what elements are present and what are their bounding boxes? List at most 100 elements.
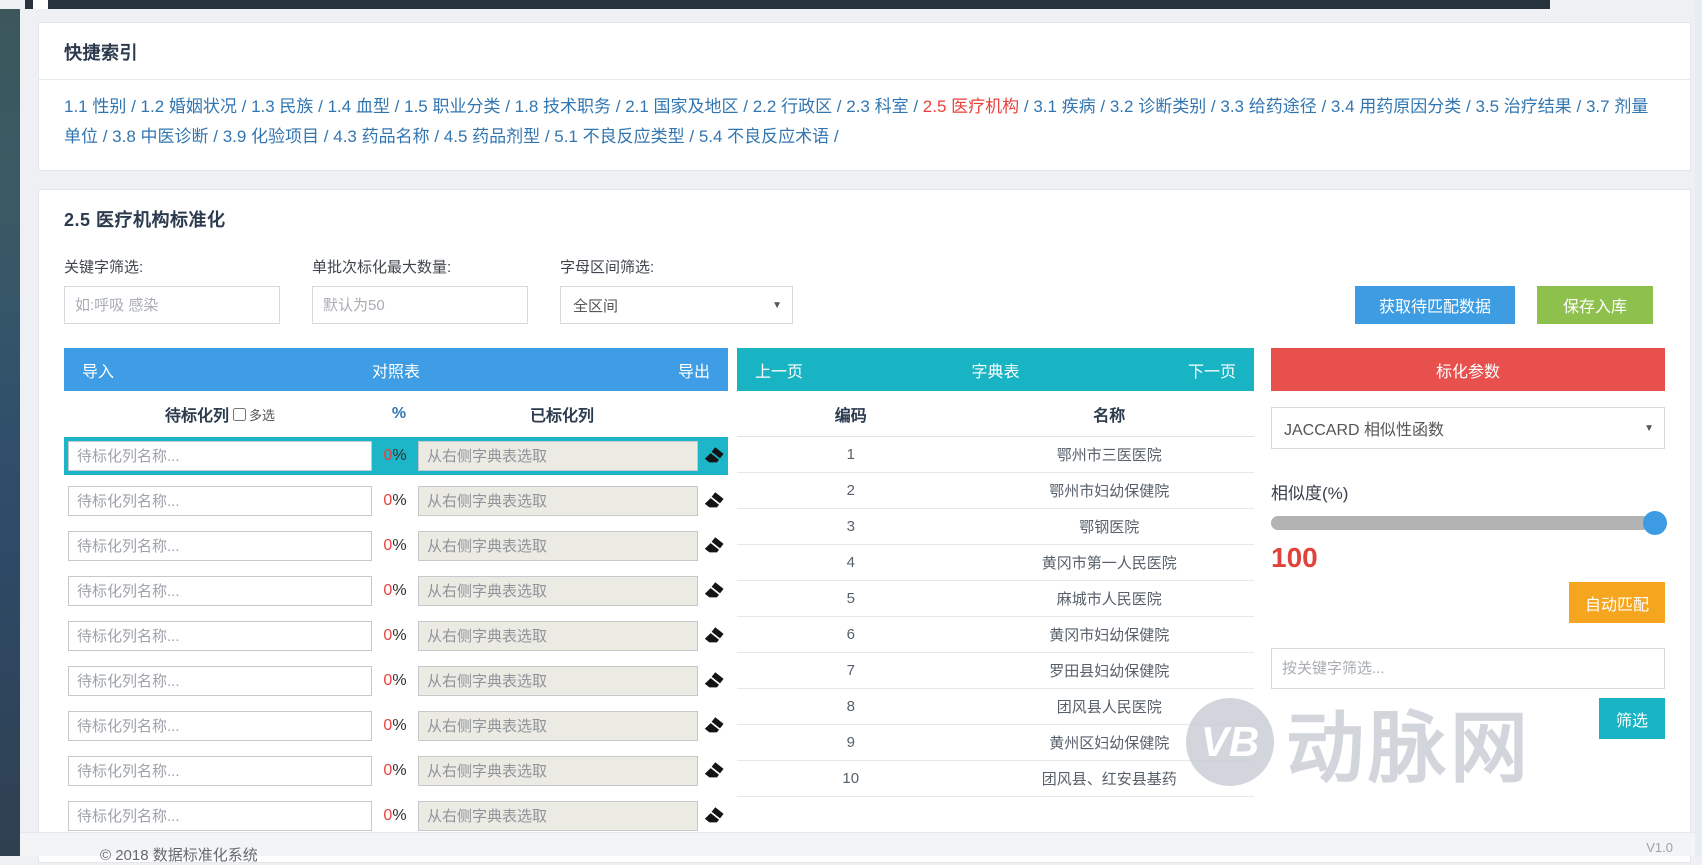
dict-keyword-filter-input[interactable] <box>1271 648 1665 689</box>
prev-page-button[interactable]: 上一页 <box>755 358 803 382</box>
standardized-name-input[interactable] <box>418 486 698 516</box>
next-page-button[interactable]: 下一页 <box>1188 358 1236 382</box>
dictionary-row[interactable]: 8 团风县人民医院 <box>737 689 1254 725</box>
link-separator: / <box>1095 97 1110 116</box>
quick-index-link[interactable]: 2.2 行政区 <box>753 97 832 116</box>
multi-select-checkbox[interactable] <box>233 407 246 421</box>
standardized-name-input[interactable] <box>418 621 698 651</box>
standardized-name-input[interactable] <box>418 801 698 831</box>
eraser-icon[interactable] <box>698 717 724 735</box>
save-to-db-button[interactable]: 保存入库 <box>1536 286 1653 324</box>
vertical-scrollbar[interactable] <box>1695 0 1702 856</box>
main-content: 快捷索引 1.1 性别 / 1.2 婚姻状况 / 1.3 民族 / 1.4 血型… <box>20 9 1695 863</box>
eraser-icon[interactable] <box>698 807 724 825</box>
dictionary-code-cell: 6 <box>846 626 855 643</box>
quick-index-link[interactable]: 3.2 诊断类别 <box>1110 97 1206 116</box>
quick-index-link[interactable]: 1.2 婚姻状况 <box>141 97 237 116</box>
quick-index-link[interactable]: 4.3 药品名称 <box>333 127 429 146</box>
pending-name-input[interactable] <box>68 531 372 561</box>
standardized-name-input[interactable] <box>418 756 698 786</box>
pending-name-input[interactable] <box>68 576 372 606</box>
match-percent: 0% <box>383 492 407 509</box>
eraser-icon[interactable] <box>698 447 724 465</box>
quick-index-link[interactable]: 3.5 治疗结果 <box>1475 97 1571 116</box>
mapping-panel-header: 对照表 导入 导出 <box>64 348 728 391</box>
quick-index-link[interactable]: 5.4 不良反应术语 <box>699 127 829 146</box>
quick-index-link[interactable]: 3.8 中医诊断 <box>112 127 208 146</box>
letter-range-select[interactable]: 全区间 ▼ <box>560 286 793 324</box>
match-percent: 0% <box>383 762 407 779</box>
dictionary-name-cell: 麻城市人民医院 <box>1056 591 1162 608</box>
match-percent: 0% <box>383 582 407 599</box>
eraser-icon[interactable] <box>698 582 724 600</box>
export-button[interactable]: 导出 <box>678 358 710 382</box>
dictionary-name-cell: 鄂钢医院 <box>1079 519 1140 536</box>
quick-index-link[interactable]: 2.3 科室 <box>846 97 908 116</box>
eraser-icon[interactable] <box>698 627 724 645</box>
standardized-name-input[interactable] <box>418 576 698 606</box>
pending-name-input[interactable] <box>68 711 372 741</box>
slider-thumb[interactable] <box>1643 511 1667 535</box>
page-title: 2.5 医疗机构标准化 <box>64 210 226 230</box>
quick-index-link[interactable]: 1.4 血型 <box>328 97 390 116</box>
quick-index-link[interactable]: 3.3 给药途径 <box>1220 97 1316 116</box>
dictionary-code-cell: 1 <box>846 446 855 463</box>
eraser-icon[interactable] <box>698 762 724 780</box>
auto-match-button[interactable]: 自动匹配 <box>1568 582 1665 623</box>
dictionary-row[interactable]: 6 黄冈市妇幼保健院 <box>737 617 1254 653</box>
quick-index-link[interactable]: 1.8 技术职务 <box>515 97 611 116</box>
pending-name-input[interactable] <box>68 486 372 516</box>
dictionary-name-cell: 黄州区妇幼保健院 <box>1049 735 1170 752</box>
quick-index-link[interactable]: 3.9 化验项目 <box>223 127 319 146</box>
eraser-icon[interactable] <box>698 672 724 690</box>
keyword-filter-input[interactable] <box>64 286 280 324</box>
dictionary-row[interactable]: 3 鄂钢医院 <box>737 509 1254 545</box>
eraser-icon[interactable] <box>698 492 724 510</box>
dictionary-code-cell: 8 <box>846 698 855 715</box>
batch-size-input[interactable] <box>312 286 528 324</box>
dictionary-row[interactable]: 5 麻城市人民医院 <box>737 581 1254 617</box>
dictionary-row[interactable]: 7 罗田县妇幼保健院 <box>737 653 1254 689</box>
dictionary-row[interactable]: 9 黄州区妇幼保健院 <box>737 725 1254 761</box>
keyword-filter-label: 关键字筛选: <box>64 259 144 276</box>
standardized-name-input[interactable] <box>418 666 698 696</box>
pending-name-input[interactable] <box>68 441 372 471</box>
pending-name-input[interactable] <box>68 801 372 831</box>
match-percent: 0% <box>383 807 407 824</box>
pending-name-input[interactable] <box>68 666 372 696</box>
quick-index-link[interactable]: 3.4 用药原因分类 <box>1331 97 1461 116</box>
quick-index-link[interactable]: 5.1 不良反应类型 <box>554 127 684 146</box>
standardized-name-input[interactable] <box>418 441 698 471</box>
quick-index-link[interactable]: 2.1 国家及地区 <box>625 97 738 116</box>
mapping-row: 0% <box>64 662 728 700</box>
pending-name-input[interactable] <box>68 621 372 651</box>
quick-index-link[interactable]: 4.5 药品剂型 <box>444 127 540 146</box>
similarity-slider[interactable] <box>1271 511 1667 535</box>
eraser-icon[interactable] <box>698 537 724 555</box>
link-separator: / <box>313 97 328 116</box>
collapsed-nav-sidebar[interactable] <box>0 9 20 856</box>
dictionary-code-cell: 10 <box>842 770 860 787</box>
pending-name-input[interactable] <box>68 756 372 786</box>
link-separator: / <box>738 97 753 116</box>
standardized-name-input[interactable] <box>418 711 698 741</box>
filter-button[interactable]: 筛选 <box>1598 698 1665 739</box>
similarity-function-select[interactable]: JACCARD 相似性函数 ▼ <box>1271 407 1665 449</box>
dictionary-row[interactable]: 10 团风县、红安县基药 <box>737 761 1254 797</box>
quick-index-link[interactable]: 1.1 性别 <box>64 97 126 116</box>
quick-index-link[interactable]: 1.5 职业分类 <box>404 97 500 116</box>
code-column-header: 编码 <box>834 407 867 425</box>
standardized-name-input[interactable] <box>418 531 698 561</box>
dictionary-name-cell: 团风县、红安县基药 <box>1041 771 1177 788</box>
quick-index-link[interactable]: 2.5 医疗机构 <box>923 97 1019 116</box>
dictionary-row[interactable]: 4 黄冈市第一人民医院 <box>737 545 1254 581</box>
fetch-pending-data-button[interactable]: 获取待匹配数据 <box>1354 286 1515 324</box>
dictionary-row[interactable]: 1 鄂州市三医医院 <box>737 437 1254 473</box>
dictionary-row[interactable]: 2 鄂州市妇幼保健院 <box>737 473 1254 509</box>
mapping-row: 0% <box>64 797 728 835</box>
quick-index-link[interactable]: 1.3 民族 <box>251 97 313 116</box>
import-button[interactable]: 导入 <box>82 358 114 382</box>
dictionary-code-cell: 3 <box>846 518 855 535</box>
chevron-down-icon: ▼ <box>772 300 782 311</box>
quick-index-link[interactable]: 3.1 疾病 <box>1033 97 1095 116</box>
